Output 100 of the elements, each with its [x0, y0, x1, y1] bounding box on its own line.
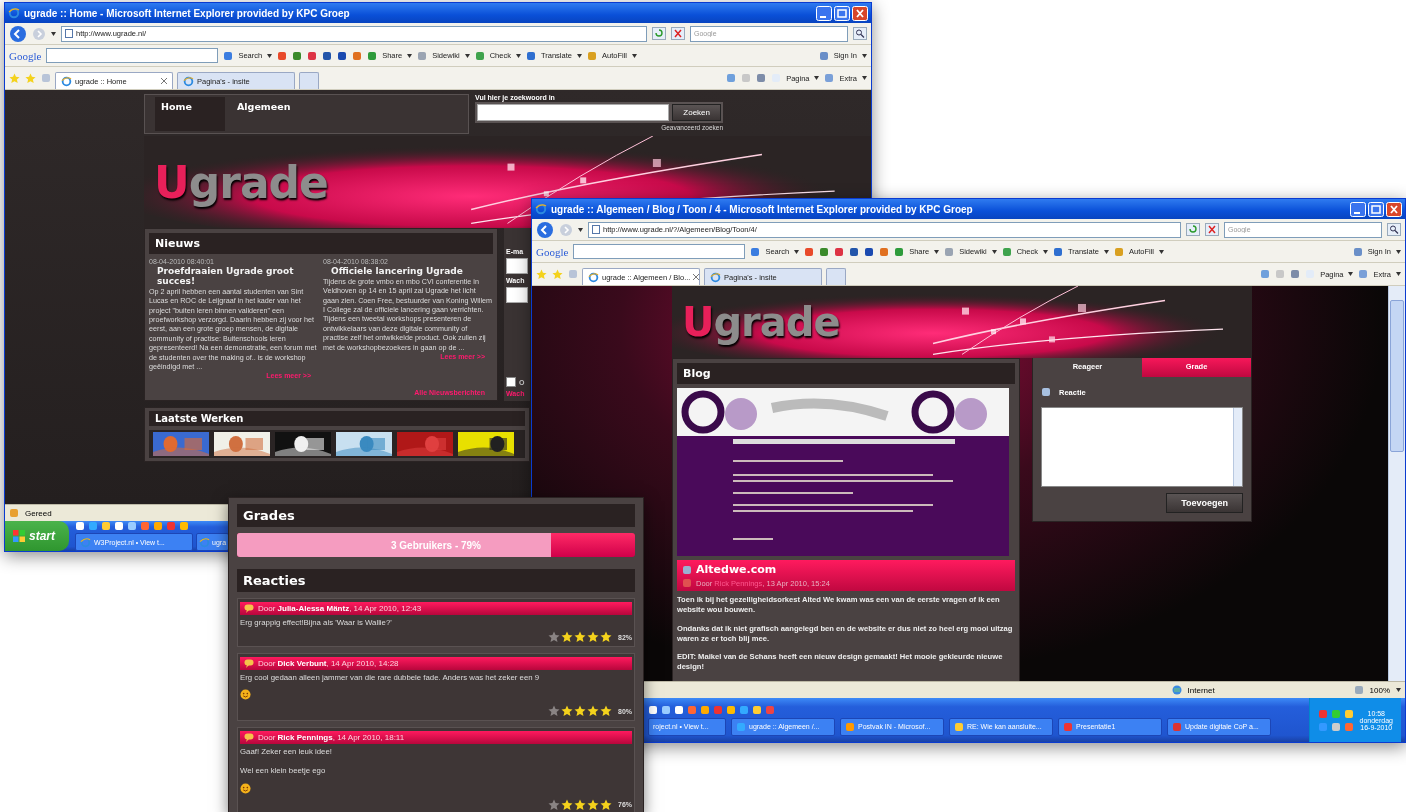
caret-icon — [1158, 249, 1164, 254]
new-tab-button[interactable] — [826, 268, 846, 285]
emoticon-icon — [240, 689, 251, 701]
forward-button[interactable] — [559, 222, 573, 237]
panel-title: Reacties — [237, 569, 635, 592]
toolbar-icon[interactable] — [223, 50, 234, 61]
quick-launch-icon[interactable] — [700, 704, 710, 715]
star-icon — [536, 268, 547, 280]
post-title: Altedwe.com — [696, 563, 777, 576]
toolbar-icon[interactable] — [322, 50, 333, 61]
vertical-scrollbar[interactable] — [1388, 286, 1405, 681]
close-button[interactable] — [852, 5, 868, 21]
browser-icon — [8, 7, 20, 19]
toolbar-icon[interactable] — [819, 246, 830, 257]
star-icon — [574, 798, 586, 811]
nav-item[interactable]: Algemeen — [231, 97, 301, 131]
caret-icon — [407, 53, 413, 58]
comment-byline: Door Julia-Alessa Mäntz, 14 Apr 2010, 12:43 — [258, 604, 422, 613]
windows-logo-icon — [13, 530, 25, 542]
caret-icon — [814, 76, 820, 80]
toolbar-icon[interactable] — [277, 50, 288, 61]
toolbar-search-field[interactable] — [46, 48, 219, 63]
panel-title: Blog — [677, 363, 1015, 384]
toolbar-icon[interactable] — [864, 246, 875, 257]
app-icon[interactable] — [845, 721, 855, 732]
password-field[interactable] — [506, 287, 528, 303]
back-button[interactable] — [9, 24, 27, 43]
toolbar-icon[interactable] — [337, 50, 348, 61]
caret-icon — [631, 53, 637, 58]
refresh-button[interactable] — [652, 27, 666, 40]
close-icon[interactable] — [161, 78, 167, 84]
star-icon — [600, 631, 612, 644]
minimize-button[interactable] — [1350, 201, 1366, 217]
star-icon — [548, 631, 560, 644]
star-icon — [574, 631, 586, 644]
toolbar-icon[interactable] — [307, 50, 318, 61]
toolbar-icon[interactable] — [750, 246, 761, 257]
star-icon — [574, 705, 586, 718]
toolbar-icon[interactable] — [849, 246, 860, 257]
maximize-button[interactable] — [1368, 201, 1384, 217]
window-title: ugrade :: Home - Microsoft Internet Explorer provided by KPC Groep — [24, 7, 351, 19]
toolbar-icon[interactable] — [834, 246, 845, 257]
caret-icon — [862, 53, 867, 58]
tray-icon[interactable] — [1330, 721, 1341, 732]
browser-icon — [199, 536, 210, 548]
stop-button[interactable] — [671, 27, 685, 40]
article-title: Proefdraaien Ugrade groot succes! — [156, 266, 295, 286]
speech-bubble-icon — [244, 733, 254, 743]
minimize-button[interactable] — [816, 5, 832, 21]
toolbar-icon[interactable] — [804, 246, 815, 257]
star-icon — [561, 705, 573, 718]
toolbar-icon[interactable] — [292, 50, 303, 61]
search-icon[interactable] — [853, 27, 867, 40]
panel-title: Grades — [237, 504, 635, 527]
tray-icon[interactable] — [1330, 708, 1341, 719]
browser-icon — [80, 536, 91, 548]
add-button[interactable]: Toevoegen — [1166, 493, 1243, 513]
toolbar-icon[interactable] — [1052, 246, 1063, 257]
browser-icon — [61, 75, 72, 87]
zoom-level: 100% — [1369, 685, 1390, 695]
caret-icon — [267, 53, 273, 58]
panel-title: Nieuws — [149, 233, 493, 254]
comment-field[interactable] — [1041, 407, 1243, 487]
toolbar-icon[interactable] — [894, 246, 905, 257]
email-field[interactable] — [506, 258, 528, 274]
forward-button[interactable] — [32, 26, 46, 41]
toolbar-search-field[interactable] — [573, 244, 746, 259]
new-tab-button[interactable] — [299, 72, 319, 89]
caret-icon — [51, 31, 56, 36]
search-icon[interactable] — [1387, 223, 1401, 236]
app-icon[interactable] — [954, 721, 964, 732]
back-button[interactable] — [536, 220, 554, 239]
quick-launch-icon[interactable] — [648, 704, 658, 715]
stop-button[interactable] — [1205, 223, 1219, 236]
browser-icon — [710, 271, 721, 283]
toolbar-icon[interactable] — [525, 50, 536, 61]
toolbar-icon[interactable] — [367, 50, 378, 61]
caret-icon — [794, 249, 800, 254]
caret-icon — [1396, 688, 1401, 692]
close-button[interactable] — [1386, 201, 1402, 217]
globe-icon — [1171, 685, 1182, 695]
search-input[interactable] — [477, 104, 670, 121]
status-text: Gereed — [25, 508, 52, 518]
caret-icon — [576, 53, 582, 58]
quick-launch-icon[interactable] — [726, 704, 736, 715]
tray-icon[interactable] — [1343, 708, 1354, 719]
caret-icon — [1103, 249, 1109, 254]
checkbox[interactable] — [506, 377, 516, 388]
refresh-button[interactable] — [1186, 223, 1200, 236]
quick-launch-icon[interactable] — [674, 704, 684, 715]
caret-icon — [464, 53, 470, 58]
maximize-button[interactable] — [834, 5, 850, 21]
nav-item[interactable]: Home — [155, 97, 225, 131]
caret-icon — [515, 53, 521, 58]
go-button[interactable]: Zoeken — [672, 104, 721, 121]
close-icon[interactable] — [693, 274, 700, 280]
star-icon — [561, 798, 573, 811]
quick-launch-icon[interactable] — [752, 704, 762, 715]
window-title: ugrade :: Algemeen / Blog / Toon / 4 - Microsoft Internet Explorer provided by KPC Groep — [551, 203, 974, 215]
quick-launch-icon[interactable] — [661, 704, 671, 715]
